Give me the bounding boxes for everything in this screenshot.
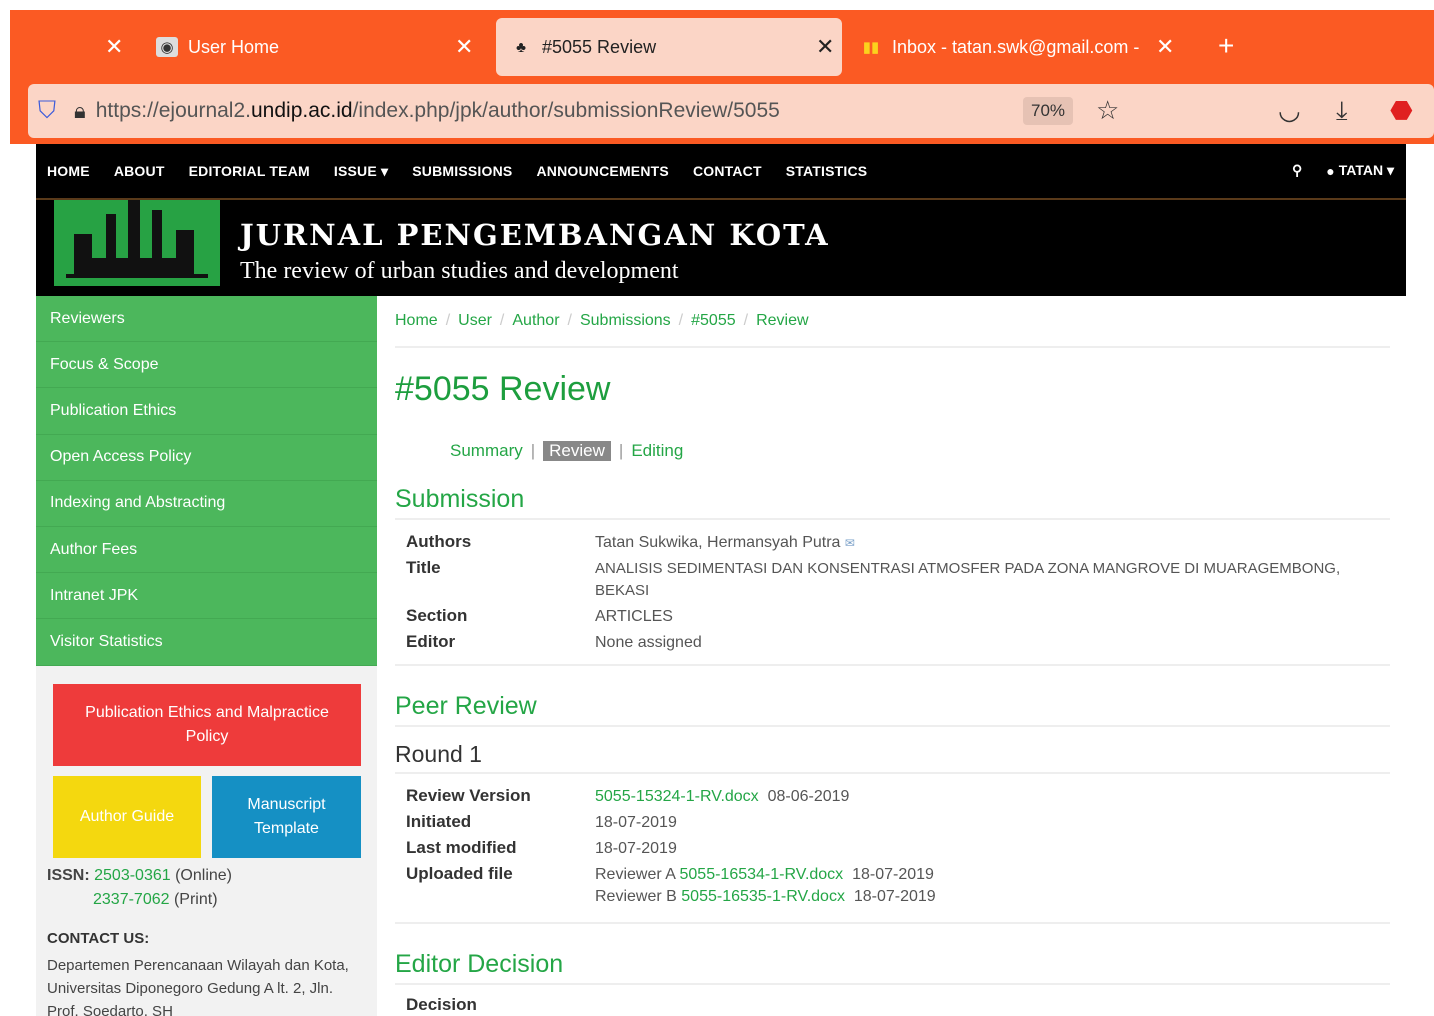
browser-tab-1[interactable]: ✕	[50, 18, 140, 76]
nav-about[interactable]: ABOUT	[114, 163, 165, 179]
shield-icon[interactable]: ⛉	[38, 97, 56, 125]
nav-issue[interactable]: ISSUE ▾	[334, 163, 388, 180]
sidebar-item-publication-ethics[interactable]: Publication Ethics	[36, 388, 377, 435]
user-icon: ●	[1326, 162, 1335, 179]
nav-home[interactable]: HOME	[47, 163, 90, 179]
nav-contact[interactable]: CONTACT	[693, 163, 762, 179]
main-content: Home / User / Author / Submissions / #5055/ …	[395, 296, 1390, 1015]
peer-review-heading: Peer Review	[395, 692, 1390, 727]
close-tab-icon[interactable]: ✕	[816, 34, 834, 60]
issn-online-link[interactable]: 2503-0361	[94, 867, 171, 884]
user-menu[interactable]: TATAN ▾	[1339, 162, 1394, 179]
address-bar[interactable]: ⛉ 🔒︎ https://ejournal2.undip.ac.id/index…	[28, 84, 1434, 138]
ethics-policy-button[interactable]: Publication Ethics and Malpractice Polic…	[53, 684, 361, 766]
email-icon[interactable]: ✉	[845, 536, 855, 550]
peer-review-table: Review Version 5055-15324-1-RV.docx 08-0…	[395, 784, 1390, 910]
journal-subtitle: The review of urban studies and developm…	[240, 258, 679, 284]
journal-logo[interactable]	[54, 200, 220, 286]
top-navbar: HOME ABOUT EDITORIAL TEAM ISSUE ▾ SUBMIS…	[36, 144, 1406, 200]
browser-tab-user-home[interactable]: ◉ User Home ✕	[156, 18, 486, 76]
journal-title: JURNAL PENGEMBANGAN KOTA	[240, 218, 830, 252]
reviewer-a-file-link[interactable]: 5055-16534-1-RV.docx	[680, 866, 844, 883]
page-title: #5055 Review	[395, 370, 611, 408]
gmail-icon: ▮▮	[862, 39, 880, 56]
tab-review[interactable]: Review	[543, 441, 611, 461]
new-tab-plus-icon[interactable]: +	[1218, 30, 1234, 62]
nav-statistics[interactable]: STATISTICS	[786, 163, 868, 179]
issn-info: ISSN: 2503-0361 (Online) 2337-7062 (Prin…	[47, 867, 232, 908]
sidebar-item-indexing[interactable]: Indexing and Abstracting	[36, 481, 377, 527]
browser-tab-inbox[interactable]: ▮▮ Inbox - tatan.swk@gmail.com - ✕	[860, 18, 1190, 76]
journal-site: HOME ABOUT EDITORIAL TEAM ISSUE ▾ SUBMIS…	[36, 144, 1406, 1016]
reviewer-b-row: Reviewer B 5055-16535-1-RV.docx 18-07-20…	[595, 888, 936, 905]
browser-tab-review[interactable]: ♣ #5055 Review ✕	[496, 18, 842, 76]
pocket-icon[interactable]: ◡	[1278, 95, 1301, 126]
contact-address: Departemen Perencanaan Wilayah dan Kota,…	[47, 957, 349, 1016]
round-heading: Round 1	[395, 741, 1390, 774]
close-tab-icon[interactable]: ✕	[1156, 34, 1174, 60]
sidebar-menu: Reviewers Focus & Scope Publication Ethi…	[36, 296, 377, 666]
section-value: ARTICLES	[595, 608, 673, 625]
sidebar-item-intranet[interactable]: Intranet JPK	[36, 573, 377, 620]
zoom-level[interactable]: 70%	[1023, 97, 1074, 125]
initiated-value: 18-07-2019	[595, 814, 677, 831]
manuscript-template-button[interactable]: Manuscript Template	[212, 776, 361, 858]
editor-decision-heading: Editor Decision	[395, 950, 1390, 985]
breadcrumb-submissions[interactable]: Submissions	[580, 312, 671, 330]
decision-label: Decision	[406, 995, 477, 1014]
sidebar-item-visitor-stats[interactable]: Visitor Statistics	[36, 619, 377, 666]
lock-icon[interactable]: 🔒︎	[74, 98, 86, 124]
browser-chrome: ✕ ◉ User Home ✕ ♣ #5055 Review ✕ ▮▮ Inbo…	[10, 10, 1434, 144]
download-icon[interactable]: ⤓	[1336, 95, 1348, 127]
review-version-file-link[interactable]: 5055-15324-1-RV.docx	[595, 788, 759, 805]
nav-announcements[interactable]: ANNOUNCEMENTS	[536, 163, 669, 179]
breadcrumb-author[interactable]: Author	[512, 312, 559, 330]
breadcrumb-user[interactable]: User	[458, 312, 492, 330]
breadcrumb-review[interactable]: Review	[756, 312, 808, 330]
close-tab-icon[interactable]: ✕	[455, 34, 473, 60]
reviewer-b-file-link[interactable]: 5055-16535-1-RV.docx	[681, 888, 845, 905]
tab-summary[interactable]: Summary	[450, 441, 523, 461]
close-tab-icon[interactable]: ✕	[105, 34, 123, 60]
tab-editing[interactable]: Editing	[631, 441, 683, 461]
site-favicon-icon: ♣	[516, 38, 526, 56]
bookmark-star-icon[interactable]: ☆	[1096, 95, 1119, 126]
nav-editorial-team[interactable]: EDITORIAL TEAM	[189, 163, 310, 179]
reviewer-a-row: Reviewer A 5055-16534-1-RV.docx 18-07-20…	[595, 866, 934, 883]
title-value: ANALISIS SEDIMENTASI DAN KONSENTRASI ATM…	[595, 560, 1341, 599]
breadcrumb-submission-id[interactable]: #5055	[691, 312, 736, 330]
author-guide-button[interactable]: Author Guide	[53, 776, 201, 858]
journal-banner: JURNAL PENGEMBANGAN KOTA The review of u…	[36, 200, 1406, 296]
breadcrumb: Home / User / Author / Submissions / #5055/ …	[395, 296, 1390, 348]
submission-table: Authors Tatan Sukwika, Hermansyah Putra …	[395, 530, 1390, 656]
submission-tabs: Summary | Review | Editing	[450, 441, 684, 461]
sidebar: Reviewers Focus & Scope Publication Ethi…	[36, 296, 377, 1016]
site-favicon-icon: ◉	[156, 37, 178, 57]
nav-submissions[interactable]: SUBMISSIONS	[412, 163, 512, 179]
search-icon[interactable]: ⚲	[1292, 162, 1302, 179]
authors-value: Tatan Sukwika, Hermansyah Putra	[595, 534, 841, 551]
editor-value: None assigned	[595, 634, 702, 651]
sidebar-item-author-fees[interactable]: Author Fees	[36, 527, 377, 574]
sidebar-item-reviewers[interactable]: Reviewers	[36, 296, 377, 343]
modified-value: 18-07-2019	[595, 840, 677, 857]
sidebar-item-open-access[interactable]: Open Access Policy	[36, 435, 377, 481]
breadcrumb-home[interactable]: Home	[395, 312, 438, 330]
adblock-icon[interactable]: ⬣	[1390, 95, 1413, 126]
sidebar-item-focus-scope[interactable]: Focus & Scope	[36, 342, 377, 389]
url-text[interactable]: https://ejournal2.undip.ac.id/index.php/…	[96, 99, 780, 123]
issn-print-link[interactable]: 2337-7062	[93, 891, 170, 908]
contact-heading: CONTACT US:	[47, 930, 150, 947]
submission-heading: Submission	[395, 485, 1390, 520]
